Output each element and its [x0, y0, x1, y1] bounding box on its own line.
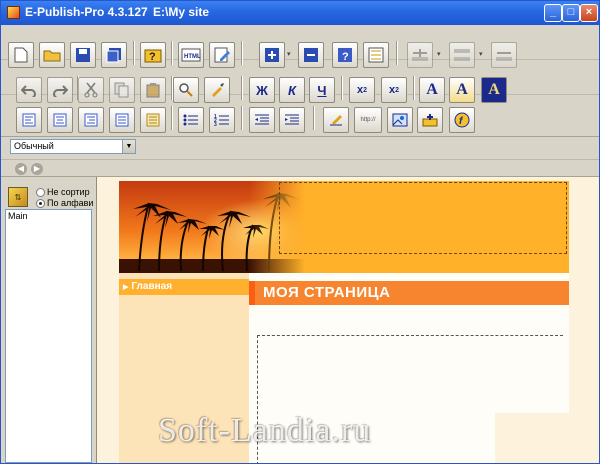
menu-item-home[interactable]: ▶ Главная [119, 279, 249, 295]
align-left-icon [22, 113, 36, 127]
back-button[interactable]: ◀ [15, 163, 27, 175]
insert-table-button[interactable] [417, 107, 443, 133]
paragraph-icon [146, 113, 160, 127]
toolbar-row-2: Ж К Ч x2 x2 A A A [1, 60, 599, 103]
chevron-down-icon[interactable]: ▼ [122, 140, 135, 153]
paragraph-button[interactable] [140, 107, 166, 133]
navigation-row: ◀ ▶ [1, 159, 599, 177]
outdent-icon [255, 114, 269, 125]
app-title: E-Publish-Pro 4.3.127 [25, 5, 148, 19]
footer-corner [495, 413, 569, 463]
bullet-list-icon [183, 114, 198, 126]
flash-icon: f [454, 112, 470, 128]
separator [241, 106, 243, 130]
watermark-text: Soft-Landia.ru [158, 412, 372, 449]
table-plus-icon [422, 114, 438, 127]
insert-link-button[interactable]: http:// [354, 107, 382, 133]
bullet-list-button[interactable] [178, 107, 204, 133]
toolbars: ? HTML ▾ ? ▾ ▾ Ж К Ч x 2 x 2 A A A 1 2 3… [1, 25, 599, 137]
sort-alpha-label: По алфави [47, 198, 94, 208]
page-tree[interactable]: Main [5, 209, 92, 463]
header-banner[interactable] [119, 181, 569, 273]
title-bar[interactable]: E-Publish-Pro 4.3.127 E:\My site _ □ × [1, 1, 599, 25]
palm-sunset-image [119, 181, 305, 273]
sort-none-label: Не сортир [47, 187, 90, 197]
app-window: E-Publish-Pro 4.3.127 E:\My site _ □ × ? [0, 0, 600, 464]
indent-icon [285, 114, 299, 125]
align-right-button[interactable] [78, 107, 104, 133]
image-icon [392, 113, 408, 127]
justify-icon [115, 113, 129, 127]
toolbar-row-3: 123 http:// f [1, 95, 599, 133]
draw-line-button[interactable] [323, 107, 349, 133]
insert-image-button[interactable] [387, 107, 413, 133]
separator [313, 106, 315, 130]
numbered-list-icon: 123 [214, 114, 229, 127]
align-center-button[interactable] [47, 107, 73, 133]
align-center-icon [53, 113, 67, 127]
site-path: E:\My site [153, 5, 210, 19]
style-combo-row: Обычный ▼ [1, 137, 599, 159]
indent-button[interactable] [279, 107, 305, 133]
forward-button[interactable]: ▶ [31, 163, 43, 175]
site-tree-panel: ⇅ Не сортир По алфави Main [1, 177, 97, 463]
paragraph-style-select[interactable]: Обычный ▼ [10, 139, 136, 154]
toolbar-row-1: ? HTML ▾ ? ▾ ▾ [1, 25, 599, 68]
page-margin-strip [569, 181, 599, 463]
radio-icon [36, 188, 45, 198]
insert-flash-button[interactable]: f [449, 107, 475, 133]
maximize-button[interactable]: □ [562, 4, 580, 22]
numbered-list-button[interactable]: 123 [209, 107, 235, 133]
menu-item-home-label: Главная [131, 281, 173, 292]
pen-line-icon [330, 115, 342, 126]
app-icon [7, 6, 20, 19]
page-heading[interactable]: МОЯ СТРАНИЦА [249, 281, 569, 305]
radio-selected-icon [36, 199, 45, 209]
sort-icon[interactable]: ⇅ [8, 187, 28, 207]
banner-edit-region[interactable] [279, 182, 567, 254]
close-button[interactable]: × [580, 4, 598, 22]
triangle-right-icon: ▶ [123, 284, 129, 291]
align-right-icon [84, 113, 98, 127]
outdent-button[interactable] [249, 107, 275, 133]
justify-button[interactable] [109, 107, 135, 133]
svg-text:3: 3 [214, 122, 217, 127]
separator [171, 106, 173, 130]
align-left-button[interactable] [16, 107, 42, 133]
minimize-button[interactable]: _ [544, 4, 562, 22]
tree-item-main[interactable]: Main [8, 211, 28, 221]
paragraph-style-value: Обычный [14, 141, 54, 151]
